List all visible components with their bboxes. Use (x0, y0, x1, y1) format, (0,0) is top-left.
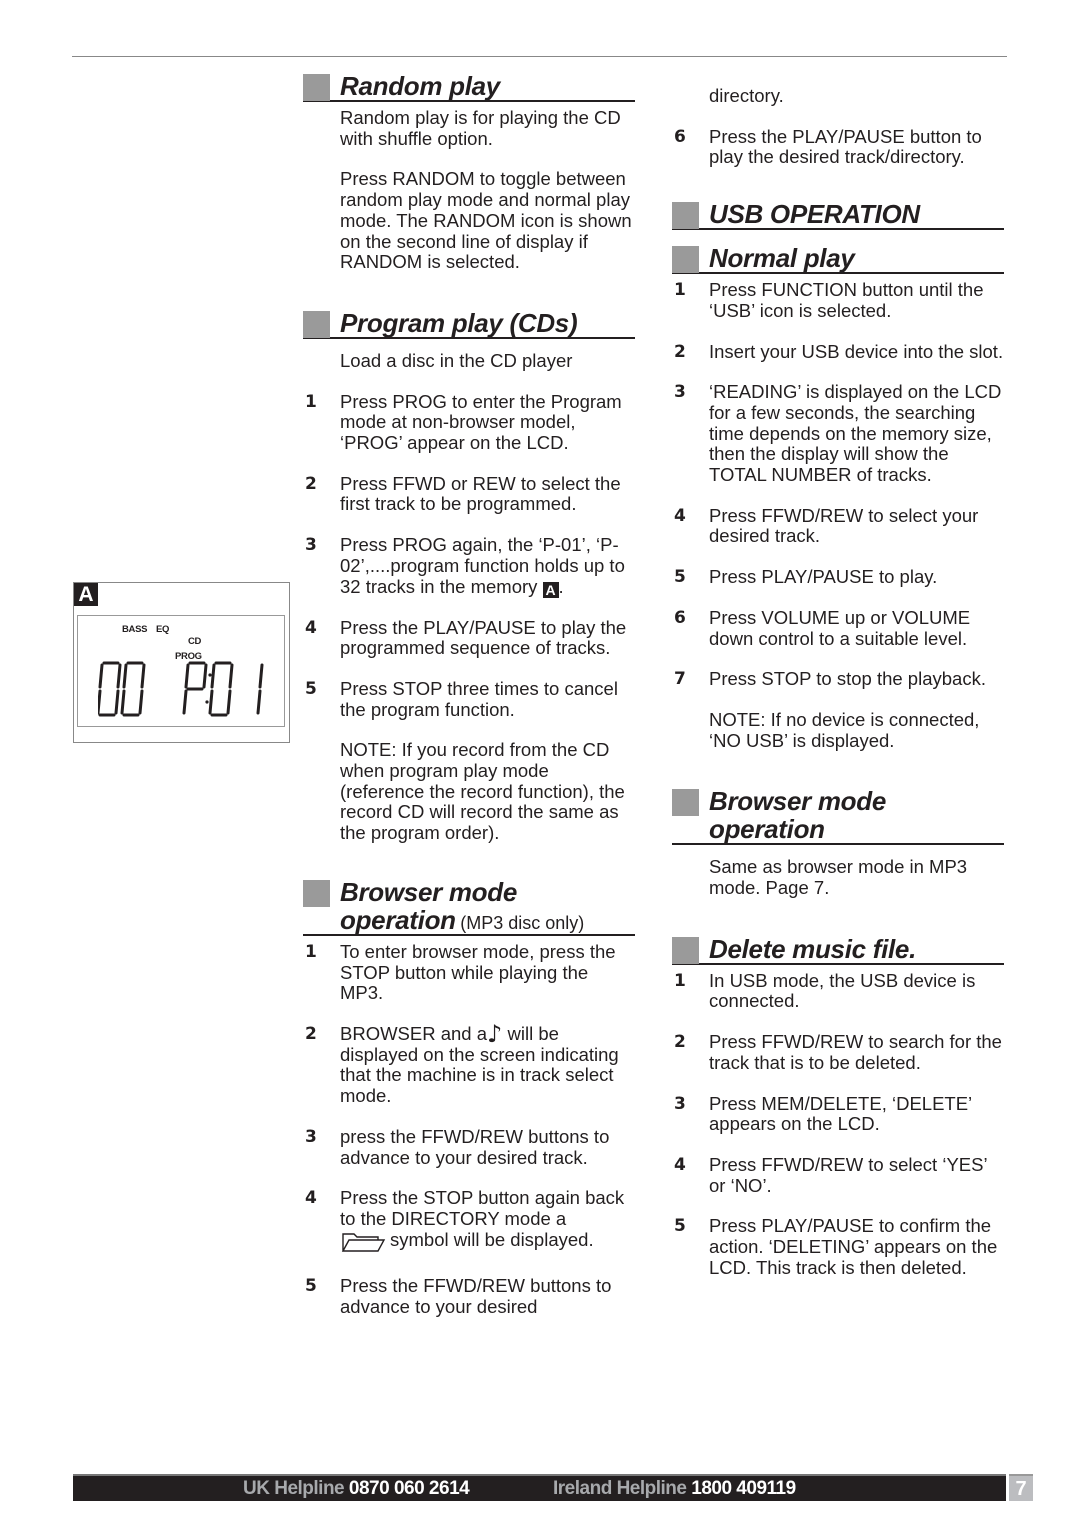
lcd-indicator-cd: CD (188, 636, 202, 647)
list-item: 3 Press MEM/DELETE, ‘DELETE’ appears on t… (674, 1092, 972, 1135)
lcd-figure: A BASS EQ CD PROG (73, 582, 290, 743)
lcd-digit (182, 661, 208, 715)
paragraph: Same as browser mode in MP3 mode. Page 7… (709, 856, 968, 899)
list-item: 6 Press the PLAY/PAUSE button to play the… (674, 125, 982, 168)
paragraph: Press RANDOM to toggle between random pl… (340, 168, 632, 273)
music-note-icon: ♪ (487, 1019, 503, 1048)
figure-reference-a: A (542, 581, 559, 598)
list-item: 1 To enter browser mode, press the STOP b… (305, 940, 616, 1004)
lcd-digit (256, 663, 264, 715)
heading-marker (672, 246, 699, 274)
section-heading-random-play: Random play (303, 72, 635, 102)
list-item: 1 Press FUNCTION button until the ‘USB’ i… (674, 279, 984, 321)
right-column: directory. 6 Press the PLAY/PAUSE button … (672, 85, 1004, 1299)
heading-marker (672, 202, 699, 230)
lcd-indicator-eq: EQ (156, 624, 170, 635)
lcd-digit (120, 661, 146, 717)
section-heading-normal-play: Normal play (672, 244, 1004, 275)
list-item: 1 Press PROG to enter the Program mode at… (305, 390, 622, 454)
section-heading-usb-operation: USB OPERATION (672, 200, 1004, 231)
heading-marker (303, 879, 330, 907)
list-item: 4 Press FFWD/REW to select your desired t… (674, 504, 979, 547)
lcd-digits-display (98, 661, 264, 717)
lcd-colon-dot (208, 673, 212, 677)
heading-marker (672, 789, 699, 817)
list-item: 4 Press FFWD/REW to select ‘YES’ or ‘NO’. (674, 1153, 987, 1196)
lcd-indicator-bass: BASS (122, 624, 148, 635)
lcd-colon-dot (205, 700, 209, 704)
list-item: 3 press the FFWD/REW buttons to advance t… (305, 1125, 610, 1168)
list-item: 5 Press PLAY/PAUSE to play. (674, 566, 938, 588)
list-item: 3 ‘READING’ is displayed on the LCD for a… (674, 381, 1002, 486)
section-heading-program-play: Program play (CDs) (303, 309, 635, 339)
paragraph: Random play is for playing the CD with s… (340, 107, 621, 149)
section-heading-browser-mode: Browser mode operation (MP3 disc only) (303, 878, 635, 936)
heading-subtitle: (MP3 disc only) (460, 912, 585, 933)
lcd-digit (208, 661, 234, 717)
list-item: 2 BROWSER and a♪ will be displayed on the… (305, 1019, 619, 1107)
page-number: 7 (1009, 1474, 1033, 1501)
figure-label: A (74, 583, 98, 606)
ireland-helpline: Ireland Helpline 1800 409119 (553, 1478, 796, 1499)
list-item: 6 Press VOLUME up or VOLUME down control … (674, 606, 971, 649)
lcd-digit (98, 661, 122, 717)
middle-column: Random play Random play is for playing t… (303, 72, 635, 1338)
footer-helpline-bar: UK Helpline 0870 060 2614 Ireland Helpli… (73, 1474, 1006, 1501)
section-heading-delete-music-file: Delete music file. (672, 935, 1004, 965)
list-item: 7 Press STOP to stop the playback. (674, 668, 986, 690)
heading-marker (303, 310, 330, 338)
folder-icon (340, 1230, 386, 1257)
list-item: 5 Press PLAY/PAUSE to confirm the action.… (674, 1215, 998, 1278)
list-item: 2 Insert your USB device into the slot. (674, 340, 1004, 362)
note: NOTE: If you record from the CD when pro… (340, 739, 625, 844)
paragraph: Load a disc in the CD player (340, 349, 573, 371)
list-item: 4 Press the STOP button again back to the… (303, 1187, 635, 1257)
lcd-screen: BASS EQ CD PROG (77, 615, 285, 727)
top-rule (72, 56, 1007, 57)
paragraph: directory. (709, 85, 784, 106)
note: NOTE: If no device is connected, ‘NO USB… (709, 708, 980, 751)
list-item: 5 Press STOP three times to cancel the pr… (305, 677, 618, 720)
heading-marker (303, 74, 330, 101)
section-heading-browser-mode: Browser mode operation (672, 787, 1004, 846)
list-item: 3 Press PROG again, the ‘P-01’, ‘P-02’,..… (305, 534, 625, 598)
list-item: 2 Press FFWD/REW to search for the track … (674, 1031, 1002, 1073)
heading-marker (672, 936, 699, 964)
list-item: 2 Press FFWD or REW to select the first t… (305, 472, 621, 515)
uk-helpline: UK Helpline 0870 060 2614 (243, 1478, 470, 1499)
list-item: 4 Press the PLAY/PAUSE to play the progra… (305, 616, 627, 659)
list-item: 1 In USB mode, the USB device is connecte… (674, 969, 976, 1012)
list-item: 5 Press the FFWD/REW buttons to advance t… (305, 1275, 612, 1318)
